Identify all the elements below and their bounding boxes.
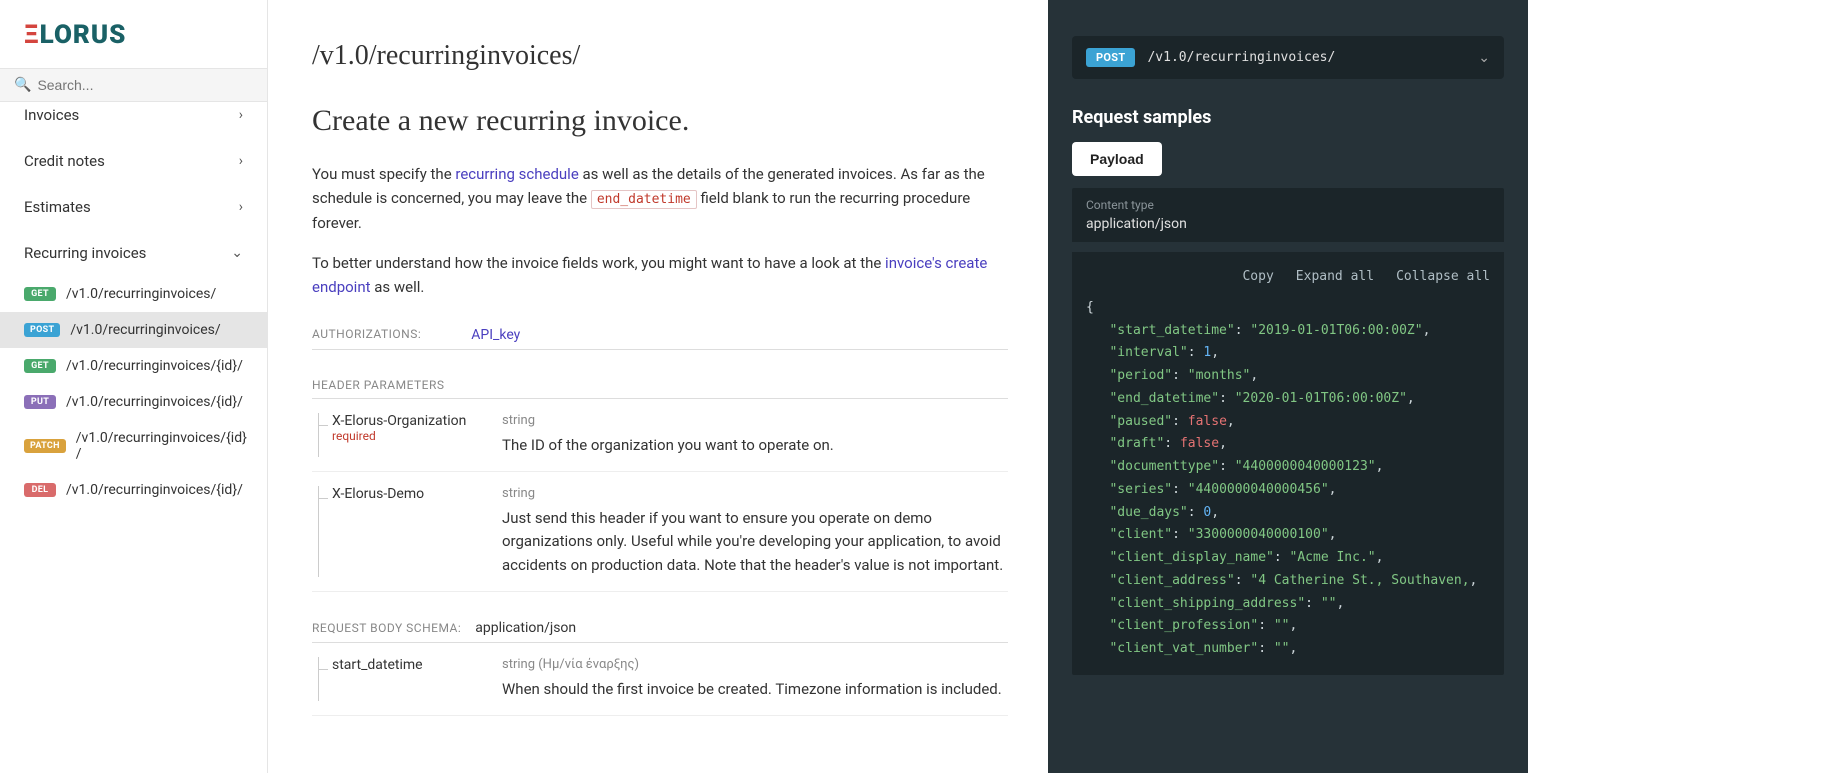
main-content: /v1.0/recurringinvoices/ Create a new re… xyxy=(268,0,1048,773)
json-line: "client_display_name": "Acme Inc.", xyxy=(1086,547,1490,570)
param-name: start_datetime xyxy=(332,657,482,673)
nav-item-path: /v1.0/recurringinvoices/{id}/ xyxy=(66,394,249,410)
nav-item[interactable]: PUT/v1.0/recurringinvoices/{id}/ xyxy=(0,384,267,420)
nav-item-path: /v1.0/recurringinvoices/{id}/ xyxy=(66,358,249,374)
param-row: X-Elorus-Organizationrequired string The I… xyxy=(312,399,1008,472)
recurring-schedule-link[interactable]: recurring schedule xyxy=(455,165,578,183)
search-input[interactable] xyxy=(37,77,253,93)
chevron-right-icon: › xyxy=(239,153,243,169)
json-line: "paused": false, xyxy=(1086,411,1490,434)
nav-item-path: /v1.0/recurringinvoices/{id}/ xyxy=(66,482,249,498)
header-parameters-label: HEADER PARAMETERS xyxy=(312,378,1008,399)
nav-item[interactable]: PATCH/v1.0/recurringinvoices/{id}/ xyxy=(0,420,267,472)
json-line: "client": "3300000040000100", xyxy=(1086,524,1490,547)
expand-all-button[interactable]: Expand all xyxy=(1296,266,1374,289)
json-line: "client_shipping_address": "", xyxy=(1086,593,1490,616)
endpoint-url: /v1.0/recurringinvoices/ xyxy=(1147,50,1466,65)
chevron-down-icon: ⌄ xyxy=(231,245,243,261)
json-line: "client_vat_number": "", xyxy=(1086,638,1490,661)
nav-item[interactable]: POST/v1.0/recurringinvoices/ xyxy=(0,312,267,348)
nav: Invoices› Credit notes› Estimates› Recur… xyxy=(0,102,267,773)
json-sample: Copy Expand all Collapse all { "start_da… xyxy=(1072,252,1504,675)
method-badge: GET xyxy=(24,287,56,301)
param-description: The ID of the organization you want to o… xyxy=(502,434,1008,457)
nav-section-estimates[interactable]: Estimates› xyxy=(0,184,267,230)
payload-tab[interactable]: Payload xyxy=(1072,142,1162,176)
json-line: "series": "4400000040000456", xyxy=(1086,479,1490,502)
param-row: start_datetime string (Ημ/νία έναρξης) Whe… xyxy=(312,643,1008,716)
right-panel: POST /v1.0/recurringinvoices/ ⌄ Request … xyxy=(1048,0,1528,773)
request-body-schema-row: REQUEST BODY SCHEMA: application/json xyxy=(312,620,1008,643)
nav-section-credit-notes[interactable]: Credit notes› xyxy=(0,138,267,184)
nav-section-invoices[interactable]: Invoices› xyxy=(0,102,267,138)
content-type-box: Content type application/json xyxy=(1072,188,1504,242)
param-description: When should the first invoice be created… xyxy=(502,678,1008,701)
json-line: "due_days": 0, xyxy=(1086,502,1490,525)
json-line: "draft": false, xyxy=(1086,433,1490,456)
required-badge: required xyxy=(332,429,482,443)
nav-item-path: /v1.0/recurringinvoices/{id}/ xyxy=(76,430,249,462)
param-name: X-Elorus-Organization xyxy=(332,413,482,429)
method-badge: POST xyxy=(1086,48,1135,67)
search-box[interactable]: 🔍 xyxy=(0,68,267,102)
chevron-down-icon: ⌄ xyxy=(1478,50,1490,66)
json-line: "start_datetime": "2019-01-01T06:00:00Z"… xyxy=(1086,320,1490,343)
method-badge: DEL xyxy=(24,483,56,497)
api-key-link[interactable]: API_key xyxy=(471,327,520,343)
intro-paragraph-2: To better understand how the invoice fie… xyxy=(312,251,1008,299)
search-icon: 🔍 xyxy=(14,77,31,93)
chevron-right-icon: › xyxy=(239,107,243,123)
json-line: "period": "months", xyxy=(1086,365,1490,388)
copy-button[interactable]: Copy xyxy=(1242,266,1273,289)
nav-section-recurring-invoices[interactable]: Recurring invoices⌄ xyxy=(0,230,267,276)
page-title: /v1.0/recurringinvoices/ xyxy=(312,40,1008,72)
nav-item-path: /v1.0/recurringinvoices/ xyxy=(70,322,249,338)
method-badge: GET xyxy=(24,359,56,373)
nav-item[interactable]: DEL/v1.0/recurringinvoices/{id}/ xyxy=(0,472,267,508)
request-samples-title: Request samples xyxy=(1072,107,1504,128)
json-line: "end_datetime": "2020-01-01T06:00:00Z", xyxy=(1086,388,1490,411)
json-line: "interval": 1, xyxy=(1086,342,1490,365)
param-type: string xyxy=(502,413,1008,428)
intro-paragraph-1: You must specify the recurring schedule … xyxy=(312,162,1008,235)
param-row: X-Elorus-Demo string Just send this header… xyxy=(312,472,1008,592)
param-type: string (Ημ/νία έναρξης) xyxy=(502,657,1008,672)
nav-item-path: /v1.0/recurringinvoices/ xyxy=(66,286,249,302)
json-line: "documenttype": "4400000040000123", xyxy=(1086,456,1490,479)
method-badge: PUT xyxy=(24,395,56,409)
collapse-all-button[interactable]: Collapse all xyxy=(1396,266,1490,289)
method-badge: POST xyxy=(24,323,60,337)
nav-item[interactable]: GET/v1.0/recurringinvoices/ xyxy=(0,276,267,312)
logo: ΞLORUS xyxy=(0,0,267,60)
end-datetime-code: end_datetime xyxy=(591,190,697,209)
nav-item[interactable]: GET/v1.0/recurringinvoices/{id}/ xyxy=(0,348,267,384)
param-name: X-Elorus-Demo xyxy=(332,486,482,502)
param-description: Just send this header if you want to ens… xyxy=(502,507,1008,577)
param-type: string xyxy=(502,486,1008,501)
sidebar: ΞLORUS 🔍 Invoices› Credit notes› Estimat… xyxy=(0,0,268,773)
authorizations-row: AUTHORIZATIONS: API_key xyxy=(312,327,1008,350)
method-badge: PATCH xyxy=(24,439,66,453)
json-line: "client_address": "4 Catherine St., Sout… xyxy=(1086,570,1490,593)
json-line: "client_profession": "", xyxy=(1086,615,1490,638)
endpoint-selector[interactable]: POST /v1.0/recurringinvoices/ ⌄ xyxy=(1072,36,1504,79)
chevron-right-icon: › xyxy=(239,199,243,215)
page-subtitle: Create a new recurring invoice. xyxy=(312,104,1008,138)
